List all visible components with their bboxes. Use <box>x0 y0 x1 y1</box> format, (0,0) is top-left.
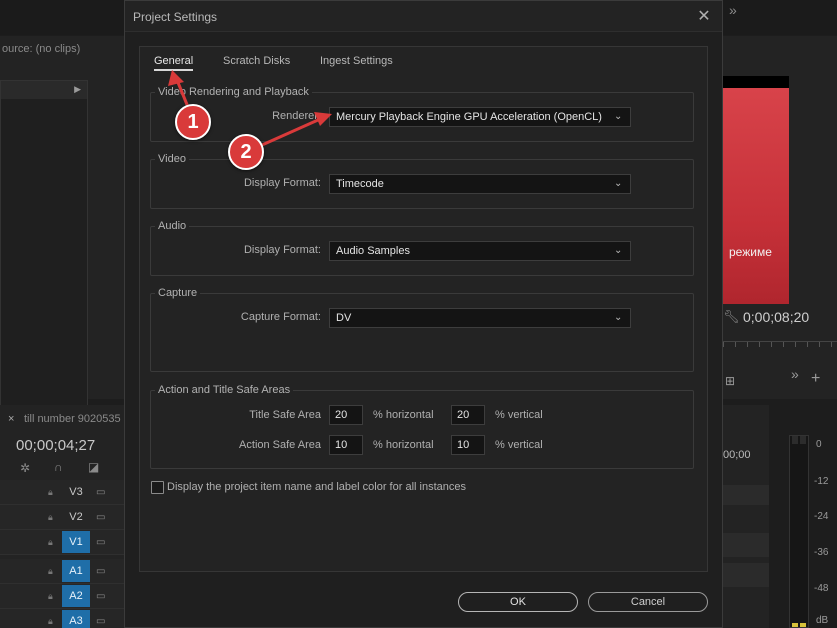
arrow-2-line <box>261 118 319 147</box>
app-background: » ource: (no clips) ▶ режиме 🔧︎ 0;00;08;… <box>0 0 837 628</box>
arrow-1-head <box>168 70 184 86</box>
annotation-badge-2: 2 <box>228 134 264 170</box>
annotation-arrows <box>168 70 332 147</box>
annotation-badge-1: 1 <box>175 104 211 140</box>
